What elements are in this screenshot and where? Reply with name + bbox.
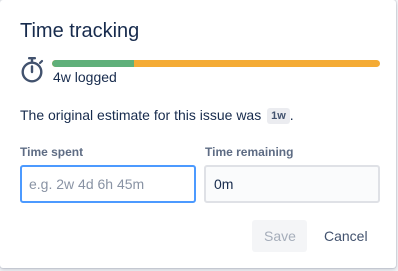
- estimate-badge: 1w: [267, 108, 290, 124]
- time-progress-bar: [52, 60, 380, 67]
- time-logged-fill: [52, 60, 134, 67]
- estimate-prefix: The original estimate for this issue was: [20, 107, 262, 123]
- cancel-button[interactable]: Cancel: [312, 220, 378, 252]
- time-logged-label: 4w logged: [53, 69, 117, 85]
- original-estimate-text: The original estimate for this issue was…: [20, 106, 294, 124]
- time-spent-label: Time spent: [20, 145, 84, 159]
- estimate-suffix: .: [289, 107, 294, 123]
- save-button[interactable]: Save: [252, 220, 307, 252]
- time-remaining-input[interactable]: [204, 165, 380, 203]
- time-tracking-dialog: Time tracking 4w logged The original est…: [0, 0, 396, 268]
- stopwatch-icon: [21, 57, 44, 83]
- time-spent-input[interactable]: [20, 165, 196, 203]
- time-remaining-label: Time remaining: [205, 145, 294, 159]
- dialog-title: Time tracking: [20, 20, 140, 42]
